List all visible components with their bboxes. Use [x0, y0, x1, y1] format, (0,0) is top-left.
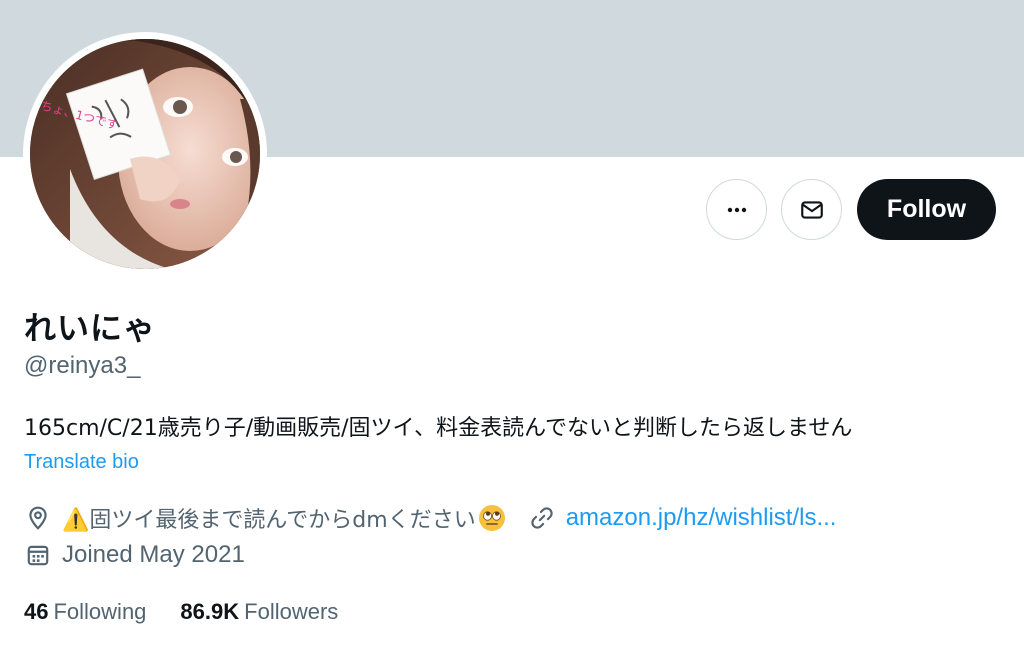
envelope-icon	[800, 200, 823, 219]
display-name: れいにゃ	[24, 309, 157, 347]
profile-stats: 46 Following 86.9K Followers	[24, 599, 372, 625]
joined-date: Joined May 2021	[62, 541, 245, 568]
more-button[interactable]	[706, 179, 767, 240]
location-pin-icon	[24, 504, 52, 532]
face-with-rolling-eyes-icon	[478, 505, 505, 531]
translate-bio-link[interactable]: Translate bio	[24, 451, 139, 474]
followers-count: 86.9K	[180, 599, 240, 624]
follow-button[interactable]: Follow	[857, 179, 996, 240]
profile-location: ⚠️固ツイ最後まで読んでからdmください	[62, 508, 476, 533]
avatar[interactable]: ちょ、1つです	[30, 39, 260, 269]
calendar-icon	[24, 541, 52, 569]
followers-stat[interactable]: 86.9K Followers	[180, 599, 338, 625]
link-icon	[528, 504, 556, 532]
more-horizontal-icon	[727, 207, 746, 212]
following-label: Following	[53, 599, 147, 624]
followers-label: Followers	[244, 599, 339, 624]
profile-bio: 165cm/C/21歳売り子/動画販売/固ツイ、料金表読んでないと判断したら返し…	[24, 416, 853, 441]
profile-joined-row: Joined May 2021	[24, 541, 245, 569]
profile-handle: @reinya3_	[24, 352, 141, 379]
following-stat[interactable]: 46 Following	[24, 599, 146, 625]
profile-website[interactable]: amazon.jp/hz/wishlist/ls...	[528, 504, 837, 532]
following-count: 46	[24, 599, 49, 624]
message-button[interactable]	[781, 179, 842, 240]
profile-meta-row: ⚠️固ツイ最後まで読んでからdmください amazon.jp/hz/wishli…	[24, 502, 836, 534]
avatar-photo: ちょ、1つです	[30, 39, 260, 269]
website-link-text[interactable]: amazon.jp/hz/wishlist/ls...	[566, 504, 837, 532]
